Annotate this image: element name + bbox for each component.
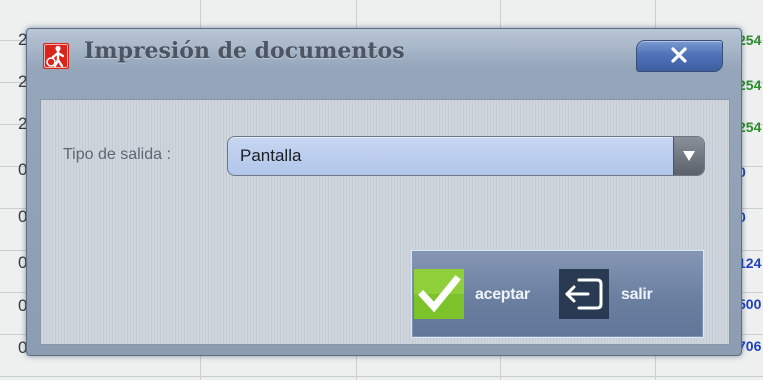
exit-button-label: salir: [621, 286, 653, 303]
close-button[interactable]: [636, 40, 723, 72]
dialog-title: Impresión de documentos: [84, 38, 405, 64]
dialog-titlebar[interactable]: Impresión de documentos: [27, 29, 741, 87]
exit-button[interactable]: salir: [559, 269, 689, 319]
accept-button[interactable]: aceptar: [414, 269, 552, 319]
dialog-content-panel: Tipo de salida : Pantalla aceptar salir: [40, 99, 730, 345]
close-icon: [667, 45, 691, 65]
print-documents-dialog: Impresión de documentos Tipo de salida :…: [26, 28, 742, 356]
action-button-panel: aceptar salir: [411, 250, 704, 338]
output-type-select[interactable]: Pantalla: [227, 136, 705, 176]
output-type-label: Tipo de salida :: [63, 146, 171, 163]
chevron-down-icon[interactable]: [673, 137, 704, 175]
print-person-icon: [43, 43, 69, 69]
output-type-value: Pantalla: [240, 146, 302, 165]
exit-icon: [559, 269, 609, 319]
checkmark-icon: [414, 269, 464, 319]
accept-button-label: aceptar: [475, 286, 530, 303]
